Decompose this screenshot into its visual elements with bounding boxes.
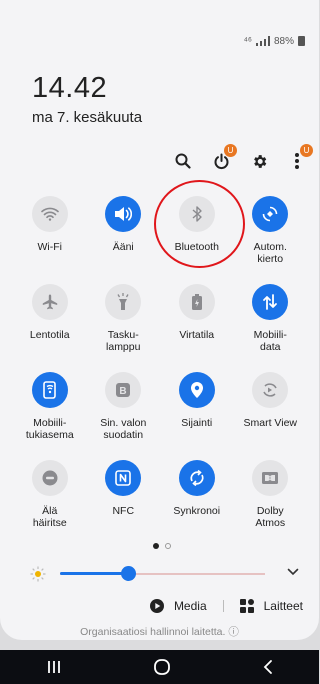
- brightness-icon: [30, 566, 46, 582]
- clock-time[interactable]: 14.42: [32, 72, 107, 105]
- tile-auto-rotate[interactable]: Autom. kierto: [234, 196, 308, 272]
- tile-nfc[interactable]: NFC: [87, 460, 161, 536]
- devices-icon: [239, 599, 254, 613]
- location-icon: [190, 382, 203, 398]
- tile-airplane[interactable]: Lentotila: [13, 284, 87, 360]
- wifi-icon: [40, 207, 59, 221]
- sync-icon: [190, 469, 204, 487]
- tile-sound-label: Ääni: [112, 241, 134, 253]
- brightness-slider-thumb[interactable]: [120, 566, 136, 581]
- hotspot-icon: [42, 381, 56, 399]
- gear-icon: [253, 154, 266, 168]
- tile-nfc-label: NFC: [112, 505, 135, 517]
- smart-view-icon: [263, 383, 277, 397]
- power-button[interactable]: U: [211, 144, 237, 172]
- highlight-circle: [154, 180, 245, 268]
- panel-toolbar: U U: [173, 144, 313, 172]
- navigation-bar: [0, 650, 319, 684]
- dolby-icon: [262, 472, 279, 484]
- more-vertical-icon: [295, 153, 299, 169]
- quick-panel: ⁴⁶ 88% 14.42 ma 7. kesäkuuta U U Wi-Fi Ä…: [0, 0, 319, 640]
- tile-dolby-atmos-toggle[interactable]: [252, 460, 289, 496]
- blue-light-icon: B: [116, 383, 131, 397]
- page-dot-active: [153, 543, 159, 549]
- search-icon: [175, 153, 191, 169]
- tile-nfc-toggle[interactable]: [105, 460, 142, 496]
- tile-power-mode-label: Virtatila: [179, 329, 215, 341]
- tile-do-not-disturb[interactable]: Älä häiritse: [13, 460, 87, 536]
- power-badge: U: [224, 144, 237, 157]
- tile-smart-view-toggle[interactable]: [252, 372, 289, 408]
- tile-airplane-toggle[interactable]: [31, 284, 68, 320]
- search-button[interactable]: [173, 150, 193, 172]
- tile-sync[interactable]: Synkronoi: [160, 460, 234, 536]
- tile-hotspot-label: Mobiili- tukiasema: [25, 417, 74, 441]
- tile-power-mode[interactable]: Virtatila: [160, 284, 234, 360]
- tile-smart-view-label: Smart View: [243, 417, 298, 429]
- recent-apps-icon[interactable]: [46, 660, 62, 674]
- tile-auto-rotate-label: Autom. kierto: [253, 241, 287, 265]
- tile-wifi[interactable]: Wi-Fi: [13, 196, 87, 272]
- svg-text:B: B: [120, 386, 127, 397]
- tile-location[interactable]: Sijainti: [160, 372, 234, 448]
- tile-mobile-data-toggle[interactable]: [252, 284, 289, 320]
- tile-do-not-disturb-label: Älä häiritse: [32, 505, 67, 529]
- tile-airplane-label: Lentotila: [29, 329, 70, 341]
- clock-date[interactable]: ma 7. kesäkuuta: [32, 109, 142, 126]
- tile-location-label: Sijainti: [181, 417, 213, 429]
- tile-auto-rotate-toggle[interactable]: [252, 196, 289, 232]
- do-not-disturb-icon: [42, 470, 58, 486]
- tile-do-not-disturb-toggle[interactable]: [31, 460, 68, 496]
- chevron-down-icon[interactable]: [286, 565, 300, 579]
- tile-wifi-label: Wi-Fi: [37, 241, 63, 253]
- tile-blue-light-filter-toggle[interactable]: B: [105, 372, 142, 408]
- page-indicator: [153, 543, 171, 549]
- battery-percentage: 88%: [273, 35, 294, 47]
- airplane-icon: [42, 294, 57, 310]
- status-bar: ⁴⁶ 88%: [244, 34, 305, 48]
- tile-hotspot-toggle[interactable]: [31, 372, 68, 408]
- media-button[interactable]: Media: [174, 599, 207, 613]
- more-badge: U: [300, 144, 313, 157]
- tile-blue-light-filter-label: Sin. valon suodatin: [100, 417, 147, 441]
- tile-hotspot[interactable]: Mobiili- tukiasema: [13, 372, 87, 448]
- sound-icon: [115, 207, 133, 221]
- tile-wifi-toggle[interactable]: [31, 196, 68, 232]
- tile-sound-toggle[interactable]: [105, 196, 142, 232]
- battery-mode-icon: [191, 294, 202, 310]
- tile-location-toggle[interactable]: [178, 372, 215, 408]
- back-icon[interactable]: [262, 659, 274, 675]
- nfc-icon: [115, 470, 132, 486]
- more-options-button[interactable]: U: [287, 144, 313, 172]
- auto-rotate-icon: [262, 206, 278, 222]
- tile-mobile-data[interactable]: Mobiili- data: [234, 284, 308, 360]
- settings-button[interactable]: [249, 150, 269, 172]
- organization-notice[interactable]: Organisaatiosi hallinnoi laitetta. ⓘ: [0, 624, 319, 639]
- tile-dolby-atmos-label: Dolby Atmos: [255, 505, 286, 529]
- flashlight-icon: [117, 293, 129, 310]
- mobile-data-icon: [263, 294, 278, 310]
- home-icon[interactable]: [153, 659, 171, 675]
- tile-flashlight-toggle[interactable]: [105, 284, 142, 320]
- tile-power-mode-toggle[interactable]: [178, 284, 215, 320]
- divider: [222, 600, 224, 612]
- battery-icon: [298, 36, 305, 46]
- tile-flashlight[interactable]: Tasku- lamppu: [87, 284, 161, 360]
- tile-dolby-atmos[interactable]: Dolby Atmos: [234, 460, 308, 536]
- network-type: ⁴⁶: [243, 35, 252, 47]
- brightness-fill: [60, 572, 128, 575]
- tile-sync-label: Synkronoi: [173, 505, 221, 517]
- tile-smart-view[interactable]: Smart View: [234, 372, 308, 448]
- tile-sync-toggle[interactable]: [178, 460, 215, 496]
- play-icon: [149, 599, 164, 613]
- devices-button[interactable]: Laitteet: [264, 599, 303, 613]
- media-devices-row: Media Laitteet: [149, 599, 303, 613]
- page-dot: [165, 543, 171, 549]
- tile-blue-light-filter[interactable]: B Sin. valon suodatin: [87, 372, 161, 448]
- tile-mobile-data-label: Mobiili- data: [253, 329, 287, 353]
- signal-icon: [255, 36, 270, 46]
- tile-sound[interactable]: Ääni: [87, 196, 161, 272]
- tile-flashlight-label: Tasku- lamppu: [106, 329, 141, 353]
- brightness-control: [30, 564, 300, 584]
